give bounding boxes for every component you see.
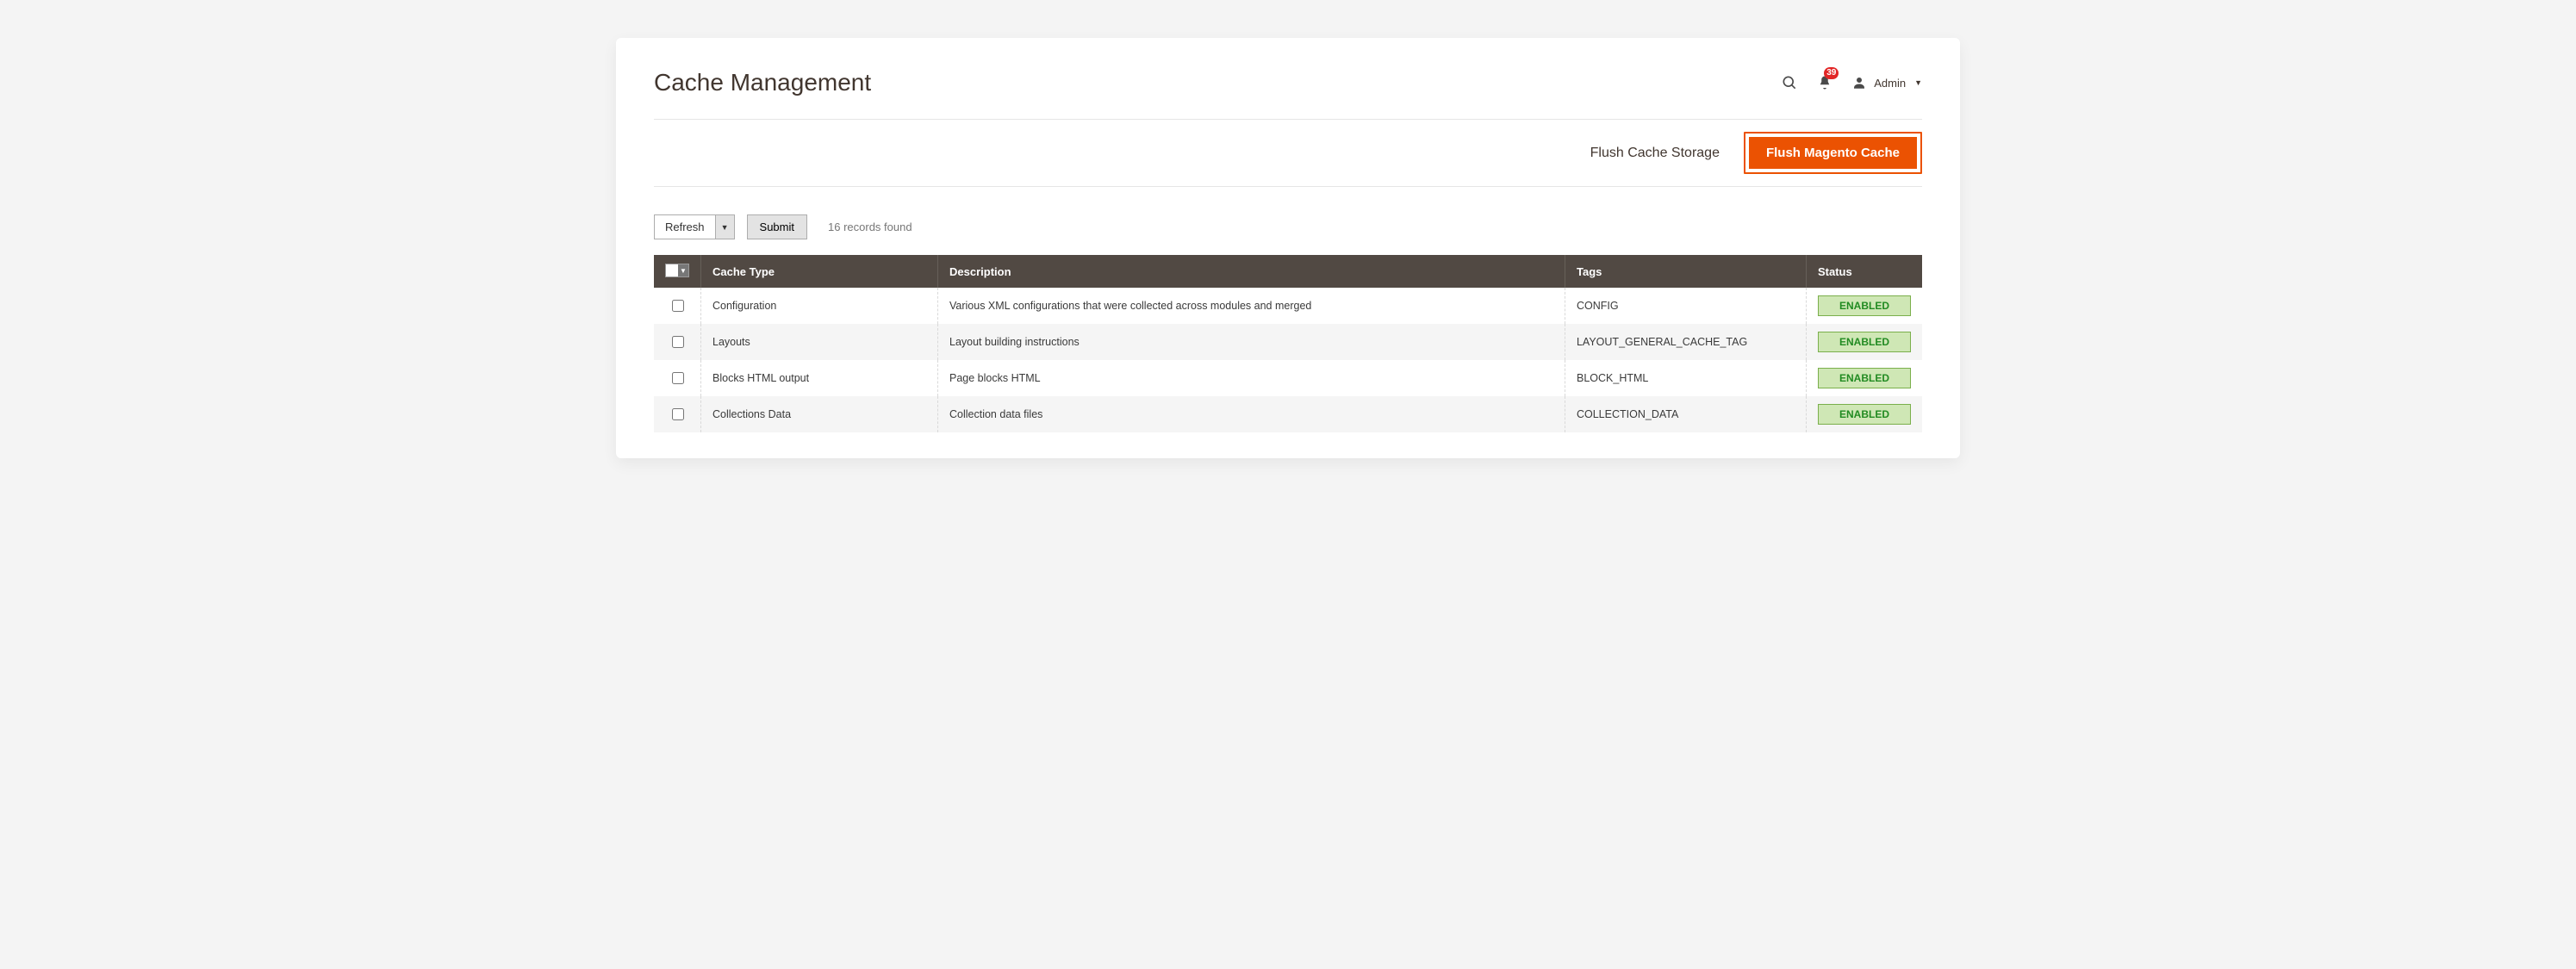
notification-count-badge: 39 — [1824, 67, 1839, 79]
page-title: Cache Management — [654, 69, 871, 96]
col-header-tags: Tags — [1565, 255, 1806, 288]
records-found-label: 16 records found — [828, 221, 912, 233]
row-checkbox[interactable] — [672, 372, 684, 384]
col-header-type: Cache Type — [701, 255, 938, 288]
cell-type: Configuration — [701, 288, 938, 324]
select-all-header[interactable]: ▼ — [654, 255, 701, 288]
cell-description: Page blocks HTML — [938, 360, 1565, 396]
chevron-down-icon: ▼ — [1914, 78, 1922, 87]
cell-description: Collection data files — [938, 396, 1565, 432]
cell-type: Layouts — [701, 324, 938, 360]
row-checkbox[interactable] — [672, 300, 684, 312]
row-checkbox[interactable] — [672, 336, 684, 348]
user-label: Admin — [1874, 77, 1906, 90]
table-row: Layouts Layout building instructions LAY… — [654, 324, 1922, 360]
user-menu[interactable]: Admin ▼ — [1851, 75, 1922, 90]
flush-magento-highlight: Flush Magento Cache — [1744, 132, 1922, 174]
search-icon[interactable] — [1781, 74, 1798, 91]
notification-bell[interactable]: 39 — [1817, 74, 1832, 91]
cache-grid: ▼ Cache Type Description Tags Status Con… — [654, 255, 1922, 432]
cell-tags: LAYOUT_GENERAL_CACHE_TAG — [1565, 324, 1806, 360]
cell-tags: BLOCK_HTML — [1565, 360, 1806, 396]
mass-action-label: Refresh — [655, 215, 715, 239]
submit-button[interactable]: Submit — [747, 214, 807, 239]
table-row: Collections Data Collection data files C… — [654, 396, 1922, 432]
row-checkbox[interactable] — [672, 408, 684, 420]
status-badge: ENABLED — [1818, 368, 1911, 388]
cell-tags: CONFIG — [1565, 288, 1806, 324]
cell-type: Collections Data — [701, 396, 938, 432]
status-badge: ENABLED — [1818, 404, 1911, 425]
flush-cache-storage-button[interactable]: Flush Cache Storage — [1590, 142, 1720, 165]
cell-description: Layout building instructions — [938, 324, 1565, 360]
col-header-description: Description — [938, 255, 1565, 288]
flush-magento-cache-button[interactable]: Flush Magento Cache — [1749, 137, 1917, 169]
cell-description: Various XML configurations that were col… — [938, 288, 1565, 324]
user-icon — [1851, 75, 1867, 90]
table-row: Configuration Various XML configurations… — [654, 288, 1922, 324]
cell-tags: COLLECTION_DATA — [1565, 396, 1806, 432]
col-header-status: Status — [1806, 255, 1922, 288]
status-badge: ENABLED — [1818, 295, 1911, 316]
chevron-down-icon: ▼ — [715, 215, 734, 239]
cell-type: Blocks HTML output — [701, 360, 938, 396]
table-row: Blocks HTML output Page blocks HTML BLOC… — [654, 360, 1922, 396]
mass-action-select[interactable]: Refresh ▼ — [654, 214, 735, 239]
status-badge: ENABLED — [1818, 332, 1911, 352]
